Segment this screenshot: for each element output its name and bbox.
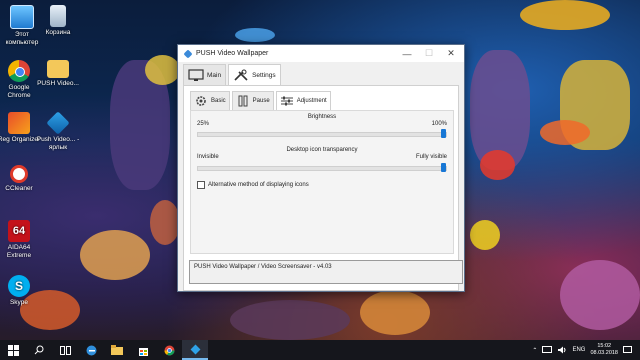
alt-method-checkbox[interactable]: Alternative method of displaying icons	[197, 181, 309, 189]
desktop-icon-aida64[interactable]: 64 AIDA64 Extreme	[0, 220, 41, 260]
status-bar: PUSH Video Wallpaper / Video Screensaver…	[189, 260, 463, 284]
transparency-slider-thumb[interactable]	[441, 163, 446, 172]
desktop-icon-label: Google Chrome	[7, 84, 31, 99]
desktop-icon-label: Reg Organizer	[0, 136, 41, 143]
network-icon[interactable]	[542, 346, 553, 354]
transparency-min-label: Invisible	[197, 154, 219, 160]
maximize-button[interactable]: ☐	[418, 45, 440, 62]
skype-icon: S	[8, 275, 30, 297]
desktop-icon-skype[interactable]: S Skype	[0, 275, 41, 307]
push-video-icon	[190, 344, 200, 354]
transparency-title: Desktop icon transparency	[286, 147, 358, 153]
subtab-label: Basic	[211, 98, 226, 104]
taskbar: ⌃ ENG 15:02 08.03.2018	[0, 340, 640, 360]
clock-date: 08.03.2018	[590, 350, 618, 356]
tab-main[interactable]: Main	[183, 64, 227, 86]
computer-icon	[10, 5, 34, 29]
subtab-label: Pause	[252, 98, 270, 104]
desktop-icon-label: AIDA64 Extreme	[6, 244, 32, 259]
system-tray: ⌃ ENG 15:02 08.03.2018	[532, 340, 640, 360]
desktop-icon-label: Корзина	[45, 29, 71, 36]
brightness-title: Brightness	[307, 114, 337, 120]
notifications-icon[interactable]	[623, 346, 632, 354]
brightness-min-label: 25%	[197, 121, 210, 127]
desktop-icon-label: Push Video... - ярлык	[36, 136, 80, 151]
volume-icon[interactable]	[557, 346, 567, 354]
subtab-pause[interactable]: Pause	[231, 91, 274, 111]
recycle-bin-icon	[50, 5, 66, 27]
brightness-max-label: 100%	[431, 121, 447, 127]
settings-subtabs: Basic Pause Adjustment	[190, 91, 331, 111]
desktop-icon-reg-organizer[interactable]: Reg Organizer	[0, 112, 41, 144]
subtab-adjustment[interactable]: Adjustment	[275, 91, 331, 111]
taskbar-edge[interactable]	[78, 340, 104, 360]
minimize-button[interactable]: —	[396, 45, 418, 62]
push-video-wallpaper-window: PUSH Video Wallpaper — ☐ ✕ Main Settings…	[177, 44, 465, 292]
sliders-icon	[280, 96, 293, 106]
tray-chevron-icon[interactable]: ⌃	[532, 347, 537, 354]
desktop-icon-ccleaner[interactable]: CCleaner	[0, 165, 41, 193]
taskbar-store[interactable]	[130, 340, 156, 360]
taskbar-explorer[interactable]	[104, 340, 130, 360]
window-title: PUSH Video Wallpaper	[196, 50, 269, 57]
desktop-icon-label: Skype	[9, 299, 29, 306]
desktop-icon-recycle-bin[interactable]: Корзина	[36, 5, 80, 37]
desktop-icon-chrome[interactable]: Google Chrome	[0, 60, 41, 100]
title-bar[interactable]: PUSH Video Wallpaper — ☐ ✕	[178, 45, 464, 62]
tab-label: Settings	[252, 71, 276, 79]
clock[interactable]: 15:02 08.03.2018	[590, 343, 618, 357]
tab-label: Main	[207, 71, 222, 79]
adjustment-panel: Brightness 25% 100% Desktop icon transpa…	[190, 110, 454, 254]
settings-panel: Basic Pause Adjustment Brightness 25% 10…	[183, 85, 463, 291]
desktop-icon-push-folder[interactable]: PUSH Video...	[36, 60, 80, 88]
tab-settings[interactable]: Settings	[228, 64, 281, 86]
search-button[interactable]	[26, 340, 52, 360]
tools-icon	[234, 69, 248, 81]
aida64-icon: 64	[8, 220, 30, 242]
transparency-max-label: Fully visible	[415, 154, 447, 160]
reg-organizer-icon	[8, 112, 30, 134]
start-button[interactable]	[0, 340, 26, 360]
brightness-slider[interactable]	[197, 129, 447, 138]
checkbox-box[interactable]	[197, 181, 205, 189]
transparency-slider[interactable]	[197, 163, 447, 172]
chrome-icon	[8, 60, 30, 82]
push-video-icon	[46, 111, 70, 135]
search-icon	[34, 345, 44, 355]
language-indicator[interactable]: ENG	[572, 347, 585, 353]
monitor-icon	[188, 68, 204, 81]
ccleaner-icon	[10, 165, 28, 183]
pause-icon	[238, 95, 248, 107]
chrome-icon	[164, 345, 174, 355]
desktop-icon-label: CCleaner	[5, 185, 33, 192]
clock-time: 15:02	[597, 343, 612, 349]
folder-icon	[47, 60, 69, 78]
desktop-icon-label: PUSH Video...	[37, 80, 79, 87]
desktop-icon-push-video-shortcut[interactable]: Push Video... - ярлык	[36, 111, 80, 152]
brightness-slider-thumb[interactable]	[441, 129, 446, 138]
folder-icon	[111, 345, 123, 355]
subtab-basic[interactable]: Basic	[190, 91, 230, 111]
version-text: PUSH Video Wallpaper / Video Screensaver…	[194, 264, 332, 270]
store-icon	[138, 347, 148, 356]
gear-icon	[196, 96, 206, 106]
edge-icon	[86, 345, 96, 355]
task-view-icon	[59, 345, 71, 355]
alt-method-label: Alternative method of displaying icons	[208, 182, 309, 188]
close-button[interactable]: ✕	[440, 45, 462, 62]
windows-logo-icon	[7, 344, 19, 356]
task-view-button[interactable]	[52, 340, 78, 360]
subtab-label: Adjustment	[296, 98, 327, 104]
taskbar-push-video[interactable]	[182, 340, 208, 360]
app-logo-icon	[183, 48, 193, 59]
main-tabs: Main Settings	[183, 64, 281, 86]
taskbar-chrome[interactable]	[156, 340, 182, 360]
